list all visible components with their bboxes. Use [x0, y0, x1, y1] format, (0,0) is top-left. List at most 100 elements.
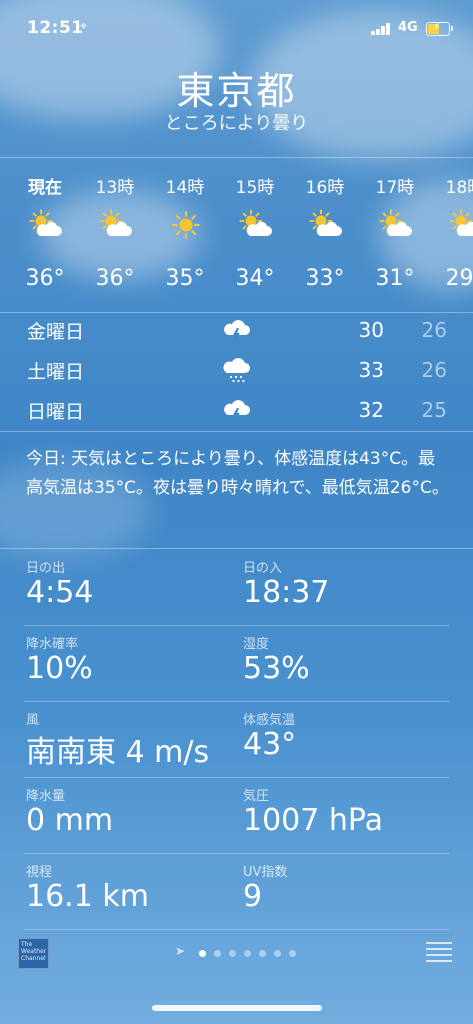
low-temp: 26: [421, 358, 447, 382]
network-type: 4G: [398, 20, 418, 35]
hourly-item: 13時 36°: [80, 158, 150, 312]
high-temp: 33: [358, 358, 384, 382]
page-dot[interactable]: [199, 950, 206, 957]
hourly-time: 15時: [235, 178, 275, 198]
detail-label: 風: [26, 713, 40, 728]
detail-value: 18:37: [243, 575, 330, 610]
day-name: 土曜日: [27, 361, 85, 383]
detail-cell: 日の入 18:37: [243, 549, 455, 625]
today-summary: 今日: 天気はところにより曇り、体感温度は43°C。最高気温は35°C。夜は曇り…: [26, 449, 449, 498]
weather-details: 日の出 4:54 日の入 18:37 降水確率 10% 湿度 53% 風南南東 4 m/s 体感気…: [0, 548, 473, 930]
daily-row: 土曜日 33 26: [0, 351, 473, 391]
detail-label: UV指数: [243, 865, 288, 880]
city-list-icon[interactable]: [426, 942, 452, 962]
hourly-item: 現在 36°: [10, 158, 80, 312]
detail-label: 日の出: [26, 561, 66, 576]
page-dot[interactable]: [229, 950, 236, 957]
hourly-item: 17時 31°: [360, 158, 430, 312]
detail-value: 1007 hPa: [243, 803, 384, 838]
detail-row: 風南南東 4 m/s 体感気温 43°: [24, 701, 449, 778]
detail-value: 43°: [243, 727, 297, 762]
high-temp: 30: [358, 318, 384, 342]
signal-bars-icon: [371, 23, 391, 35]
hourly-temp: 36°: [25, 266, 65, 291]
detail-label: 降水量: [26, 789, 66, 804]
status-time: 12:51: [27, 18, 84, 38]
page-dot[interactable]: [289, 950, 296, 957]
sun-cloud-icon: [29, 208, 63, 238]
sun-cloud-icon: [309, 208, 343, 238]
hourly-time: 16時: [305, 178, 345, 198]
location-arrow-icon: ➤: [175, 944, 186, 958]
page-dot[interactable]: [214, 950, 221, 957]
daily-row: 日曜日 32 25: [0, 391, 473, 431]
day-name: 金曜日: [27, 321, 85, 343]
low-temp: 26: [421, 318, 447, 342]
hourly-temp: 35°: [165, 266, 205, 291]
detail-cell: 視程 16.1 km: [26, 853, 238, 929]
location-services-icon: ⌖: [80, 19, 88, 34]
hourly-item: 18時 29°: [430, 158, 473, 312]
hourly-item: 16時 33°: [290, 158, 360, 312]
detail-cell: 風南南東 4 m/s: [26, 701, 238, 777]
hourly-time: 17時: [375, 178, 415, 198]
detail-value: 4:54: [26, 575, 94, 610]
battery-icon: ⚡: [426, 20, 453, 36]
weather-channel-logo[interactable]: The Weather Channel: [18, 938, 49, 969]
detail-value: 53%: [243, 651, 310, 686]
detail-value: 0 mm: [26, 803, 114, 838]
high-temp: 32: [358, 398, 384, 422]
hourly-forecast[interactable]: 現在 36° 13時 36° 14時 35° 15時 34° 16時 33° 17時 31° 18時 29…: [0, 157, 473, 313]
hourly-temp: 36°: [95, 266, 135, 291]
hourly-temp: 33°: [305, 266, 345, 291]
detail-row: 降水確率 10% 湿度 53%: [24, 625, 449, 702]
detail-cell: UV指数 9: [243, 853, 455, 929]
detail-label: 日の入: [243, 561, 283, 576]
page-dot[interactable]: [274, 950, 281, 957]
detail-value: 9: [243, 879, 263, 914]
detail-label: 体感気温: [243, 713, 296, 728]
hourly-temp: 34°: [235, 266, 275, 291]
sun-cloud-icon: [99, 208, 133, 238]
day-name: 日曜日: [27, 401, 85, 423]
thunderstorm-icon: [222, 395, 252, 425]
sun-cloud-icon: [379, 208, 413, 238]
daily-forecast: 金曜日 30 26 土曜日 33 26 日曜日 32 25: [0, 311, 473, 432]
bottom-toolbar: The Weather Channel ➤: [0, 930, 473, 982]
detail-row: 視程 16.1 km UV指数 9: [24, 853, 449, 930]
hourly-temp: 29°: [445, 266, 473, 291]
thunderstorm-icon: [222, 315, 252, 345]
page-dot[interactable]: [259, 950, 266, 957]
detail-row: 降水量 0 mm 気圧 1007 hPa: [24, 777, 449, 854]
detail-label: 降水確率: [26, 637, 79, 652]
sun-icon: [169, 208, 203, 239]
detail-value: 16.1 km: [26, 879, 149, 914]
hourly-item: 15時 34°: [220, 158, 290, 312]
hourly-temp: 31°: [375, 266, 415, 291]
status-bar: 12:51 ⌖ 4G ⚡: [0, 0, 473, 56]
home-indicator[interactable]: [152, 1005, 322, 1011]
current-condition: ところにより曇り: [164, 113, 309, 134]
detail-cell: 降水確率 10%: [26, 625, 238, 701]
hourly-time: 現在: [28, 178, 62, 198]
detail-value: 10%: [26, 651, 93, 686]
hourly-item: 14時 35°: [150, 158, 220, 312]
sun-cloud-icon: [239, 208, 273, 238]
detail-cell: 体感気温 43°: [243, 701, 455, 777]
detail-label: 気圧: [243, 789, 270, 804]
detail-value: 南南東 4 m/s: [26, 735, 210, 770]
rain-cloud-icon: [222, 355, 252, 385]
low-temp: 25: [421, 398, 447, 422]
detail-label: 視程: [26, 865, 53, 880]
detail-cell: 湿度 53%: [243, 625, 455, 701]
detail-cell: 気圧 1007 hPa: [243, 777, 455, 853]
city-name: 東京都: [176, 69, 297, 113]
detail-row: 日の出 4:54 日の入 18:37: [24, 549, 449, 626]
hourly-time: 13時: [95, 178, 135, 198]
sun-cloud-icon: [449, 208, 473, 238]
daily-row: 金曜日 30 26: [0, 311, 473, 351]
hourly-time: 14時: [165, 178, 205, 198]
hourly-time: 18時: [445, 178, 473, 198]
page-dot[interactable]: [244, 950, 251, 957]
detail-label: 湿度: [243, 637, 270, 652]
